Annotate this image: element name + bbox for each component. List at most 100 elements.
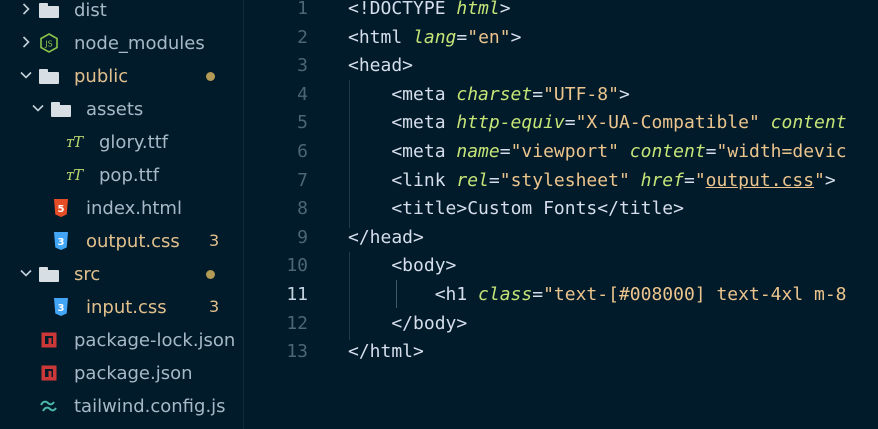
code-token: <!DOCTYPE: [348, 0, 457, 19]
code-line[interactable]: <body>: [348, 255, 456, 276]
code-token: <link: [348, 169, 457, 191]
chevron-right-icon[interactable]: [16, 35, 36, 53]
tree-file[interactable]: 3 output.css 3: [0, 225, 243, 258]
problem-count-badge: 3: [209, 297, 220, 316]
tree-item-label: src: [74, 264, 101, 285]
code-token: html: [456, 0, 500, 19]
code-token: =: [564, 112, 576, 134]
code-token: "text-[#008000] text-4xl m-8: [543, 284, 847, 305]
chevron-right-icon[interactable]: [16, 2, 36, 20]
code-token: ": [814, 169, 825, 191]
code-token: </head>: [348, 226, 424, 248]
code-token: >: [618, 83, 630, 105]
tree-item-label: node_modules: [74, 33, 205, 54]
folder-icon: [38, 263, 60, 285]
tree-item-label: tailwind.config.js: [74, 396, 226, 417]
tree-item-label: package-lock.json: [74, 330, 236, 351]
chevron-down-icon[interactable]: [16, 68, 36, 86]
code-token: "viewport": [510, 141, 630, 162]
code-token: lang: [413, 26, 457, 48]
code-line[interactable]: <meta name="viewport" content="width=dev…: [348, 141, 847, 162]
code-token: =: [683, 169, 695, 191]
code-token: ": [694, 169, 706, 191]
tree-file[interactable]: ᴛT pop.ttf: [0, 159, 243, 192]
line-number: 6: [297, 141, 308, 162]
code-line[interactable]: <link rel="stylesheet" href="output.css"…: [348, 169, 835, 191]
code-line[interactable]: </html>: [348, 341, 424, 362]
line-number: 7: [297, 169, 308, 191]
folder-icon: [50, 98, 72, 120]
tree-file[interactable]: ᴛT glory.ttf: [0, 126, 243, 159]
line-number: 11: [286, 284, 308, 305]
code-token: "width=devic: [716, 141, 847, 162]
tree-item-label: package.json: [74, 363, 193, 384]
code-token: </html>: [348, 341, 424, 363]
npm-icon: [38, 329, 60, 351]
font-file-icon: ᴛT: [65, 166, 83, 184]
code-line[interactable]: <title>Custom Fonts</title>: [348, 198, 684, 219]
tree-file[interactable]: tailwind.config.js: [0, 390, 243, 423]
font-file-icon: ᴛT: [65, 133, 83, 151]
tree-file[interactable]: package-lock.json: [0, 324, 243, 357]
line-number: 4: [297, 83, 308, 105]
tree-item-label: dist: [74, 0, 107, 21]
tree-folder[interactable]: public: [0, 60, 243, 93]
tree-folder[interactable]: assets: [0, 93, 243, 126]
npm-icon: [38, 362, 60, 384]
tree-item-label: glory.ttf: [99, 132, 169, 153]
tree-item-label: public: [74, 66, 129, 87]
problem-count-badge: 3: [209, 231, 220, 250]
line-number: 8: [297, 198, 308, 220]
code-token: >: [499, 0, 511, 19]
code-token: <body>: [348, 255, 457, 277]
chevron-down-icon[interactable]: [16, 266, 36, 284]
folder-icon: [38, 65, 60, 87]
code-token: =: [499, 141, 511, 162]
code-token: >: [510, 26, 522, 48]
code-token: Custom Fonts: [467, 198, 598, 220]
code-token: "X-UA-Compatible": [575, 112, 771, 134]
tree-file[interactable]: 3 input.css 3: [0, 291, 243, 324]
tree-file[interactable]: 5 index.html: [0, 192, 243, 225]
code-token: =: [488, 169, 500, 191]
code-token: "UTF-8": [543, 83, 619, 105]
code-line[interactable]: </head>: [348, 227, 424, 248]
code-line[interactable]: <html lang="en">: [348, 27, 521, 48]
code-token: "en": [467, 26, 511, 48]
modified-dot: [206, 270, 215, 279]
tree-item-label: index.html: [86, 198, 182, 219]
code-line[interactable]: </body>: [348, 313, 467, 334]
tree-item-label: pop.ttf: [99, 165, 160, 186]
tailwind-icon: [38, 395, 60, 417]
css3-icon: 3: [50, 230, 72, 252]
code-token: "stylesheet": [499, 169, 641, 191]
code-token: content: [629, 141, 706, 162]
code-line[interactable]: <head>: [348, 55, 413, 76]
line-number: 1: [297, 0, 308, 19]
nodejs-folder-icon: JS: [38, 32, 60, 54]
code-token: =: [456, 26, 468, 48]
code-token: <title>: [348, 198, 468, 220]
code-editor[interactable]: 1 <!DOCTYPE html> 2 <html lang="en"> 3 <head>…: [244, 0, 878, 429]
code-line[interactable]: <h1 class="text-[#008000] text-4xl m-8: [348, 284, 847, 305]
tree-folder[interactable]: src: [0, 258, 243, 291]
code-line[interactable]: <meta http-equiv="X-UA-Compatible" conte…: [348, 112, 847, 134]
code-token: <meta: [348, 141, 457, 162]
tree-item-label: input.css: [86, 297, 167, 318]
code-token: =: [532, 83, 544, 105]
tree-file[interactable]: package.json: [0, 357, 243, 390]
code-token: <meta: [348, 83, 457, 105]
line-number: 12: [286, 312, 308, 334]
code-token: content: [770, 112, 847, 134]
code-line[interactable]: <meta charset="UTF-8">: [348, 83, 630, 105]
tree-folder[interactable]: dist: [0, 0, 243, 27]
code-token: rel: [456, 169, 489, 191]
chevron-down-icon[interactable]: [28, 101, 48, 119]
line-number: 13: [286, 341, 308, 363]
html5-icon: 5: [50, 197, 72, 219]
line-number: 10: [286, 255, 308, 277]
tree-item-label: assets: [86, 99, 144, 120]
code-line[interactable]: <!DOCTYPE html>: [348, 0, 511, 19]
code-token: http-equiv: [456, 112, 565, 134]
tree-folder[interactable]: JS node_modules: [0, 27, 243, 60]
